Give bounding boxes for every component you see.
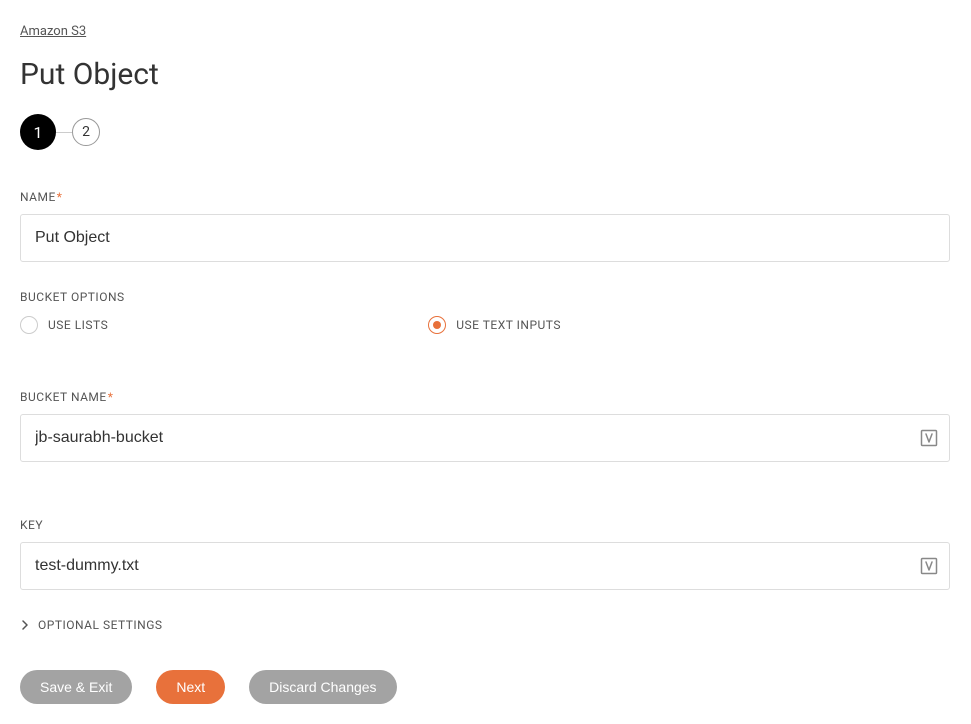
breadcrumb-link[interactable]: Amazon S3 <box>20 24 86 39</box>
radio-circle-selected-icon <box>428 316 446 334</box>
radio-use-text-label: USE TEXT INPUTS <box>456 318 561 332</box>
name-field-group: NAME* <box>20 190 951 262</box>
name-label: NAME* <box>20 190 951 204</box>
optional-settings-toggle[interactable]: OPTIONAL SETTINGS <box>20 618 951 632</box>
variable-icon[interactable] <box>920 557 938 575</box>
bucket-options-radio-group: USE LISTS USE TEXT INPUTS <box>20 316 951 334</box>
bucket-name-label: BUCKET NAME* <box>20 390 951 404</box>
optional-settings-label: OPTIONAL SETTINGS <box>38 618 163 632</box>
bucket-name-field-group: BUCKET NAME* <box>20 390 951 462</box>
variable-icon[interactable] <box>920 429 938 447</box>
step-2[interactable]: 2 <box>72 118 100 146</box>
required-star-icon: * <box>108 390 114 404</box>
step-connector <box>56 132 72 133</box>
page-title: Put Object <box>20 57 951 92</box>
radio-use-lists[interactable]: USE LISTS <box>20 316 108 334</box>
save-exit-button[interactable]: Save & Exit <box>20 670 132 704</box>
step-1[interactable]: 1 <box>20 114 56 150</box>
stepper: 1 2 <box>20 114 951 150</box>
name-label-text: NAME <box>20 190 56 204</box>
radio-circle-icon <box>20 316 38 334</box>
next-button[interactable]: Next <box>156 670 225 704</box>
discard-changes-button[interactable]: Discard Changes <box>249 670 396 704</box>
key-label: KEY <box>20 518 951 532</box>
radio-use-lists-label: USE LISTS <box>48 318 108 332</box>
bucket-name-input[interactable] <box>20 414 950 462</box>
bucket-name-label-text: BUCKET NAME <box>20 390 107 404</box>
bucket-options-label: BUCKET OPTIONS <box>20 290 951 304</box>
button-row: Save & Exit Next Discard Changes <box>20 670 951 704</box>
required-star-icon: * <box>57 190 63 204</box>
chevron-right-icon <box>20 620 30 630</box>
key-input[interactable] <box>20 542 950 590</box>
key-field-group: KEY <box>20 518 951 590</box>
name-input[interactable] <box>20 214 950 262</box>
bucket-options-group: BUCKET OPTIONS USE LISTS USE TEXT INPUTS <box>20 290 951 334</box>
radio-dot-icon <box>433 321 441 329</box>
radio-use-text-inputs[interactable]: USE TEXT INPUTS <box>428 316 561 334</box>
